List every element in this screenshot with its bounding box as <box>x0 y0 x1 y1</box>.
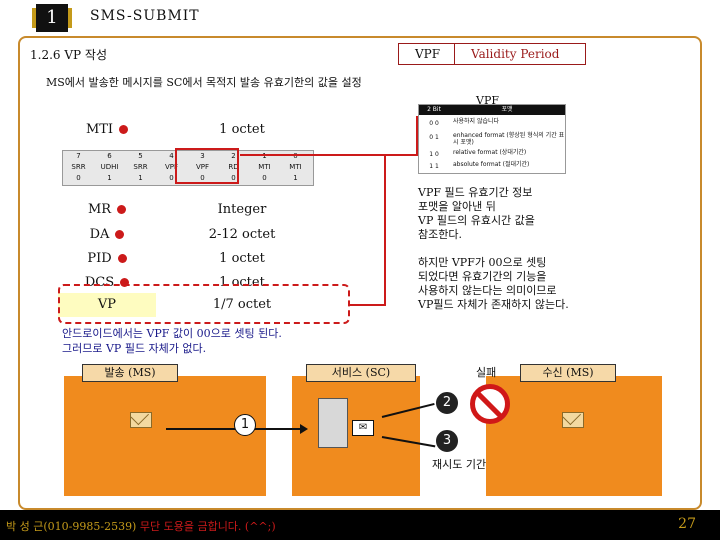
mail-icon: ✉ <box>352 420 374 436</box>
bit-cell: 0 MTI 1 <box>289 152 302 182</box>
field-name: MTI <box>58 118 156 142</box>
field-row: MTI 1 octet <box>58 118 328 142</box>
bit-cell: 6 UDHI 1 <box>100 152 119 182</box>
bit-cell: 1 MTI 0 <box>258 152 271 182</box>
field-row: PID 1 octet <box>58 247 328 271</box>
message-envelope-icon <box>562 412 584 428</box>
field-name: DA <box>58 223 156 247</box>
page-number: 27 <box>678 516 696 532</box>
slide-title: SMS-SUBMIT <box>90 8 200 24</box>
fail-label: 실패 <box>476 366 497 379</box>
vpf-info-note: VPF 필드 유효기간 정보 포맷을 알아낸 뒤 VP 필드의 유효시간 값을 참조… <box>418 186 535 241</box>
red-dot-icon <box>115 230 125 239</box>
red-dot-icon <box>117 254 127 263</box>
description: MS에서 발송한 메시지를 SC에서 목적지 발송 유효기한의 값을 설정 <box>46 76 362 89</box>
vpf-table-header: 포맷 <box>449 105 565 115</box>
footer-warning: 무단 도용을 금합니다. (^^;) <box>139 520 276 533</box>
connector-line <box>384 156 386 306</box>
field-row: MR Integer <box>58 198 328 222</box>
vpf-bits-highlight <box>175 148 239 184</box>
step-3-badge: 3 <box>436 430 458 452</box>
red-dot-icon <box>119 125 129 134</box>
vpf-table-row: 0 1 enhanced format (향상된 형식의 기간 표시 포맷) <box>429 132 565 146</box>
footer-author: 박 성 근(010-9985-2539) 무단 도용을 금합니다. (^^;) <box>6 520 276 533</box>
prohibited-icon <box>470 384 510 424</box>
connector-line <box>350 304 386 306</box>
retry-period-label: 재시도 기간 <box>432 458 487 471</box>
field-value: 1 octet <box>219 251 265 266</box>
vpf-00-note: 하지만 VPF가 00으로 셋팅 되었다면 유효기간의 기능을 사용하지 않는다는… <box>418 256 569 311</box>
sender-zone <box>64 376 266 496</box>
service-zone <box>292 376 420 496</box>
field-row: DA 2-12 octet <box>58 223 328 247</box>
field-value: 1 octet <box>219 122 265 137</box>
field-name: PID <box>58 247 156 271</box>
bit-cell: 5 SRR 1 <box>133 152 148 182</box>
vpf-tag: VPF <box>398 43 454 65</box>
receiver-label: 수신 (MS) <box>520 364 616 382</box>
server-icon <box>318 398 348 448</box>
footer-bar: 박 성 근(010-9985-2539) 무단 도용을 금합니다. (^^;) … <box>0 510 720 540</box>
sender-label: 발송 (MS) <box>82 364 178 382</box>
field-name: MR <box>58 198 156 222</box>
field-value: 2-12 octet <box>208 227 276 242</box>
service-label: 서비스 (SC) <box>306 364 416 382</box>
step-2-badge: 2 <box>436 392 458 414</box>
receiver-zone <box>486 376 662 496</box>
field-value: Integer <box>217 202 267 217</box>
connector-line <box>240 154 418 156</box>
bit-cell: 7 SRR 0 <box>71 152 86 182</box>
section-title: 1.2.6 VP 작성 <box>30 48 107 62</box>
vpf-format-table: 2 Bit 포맷 0 0 사용하지 않습니다 0 1 enhanced format… <box>418 104 566 174</box>
vp-field-highlight <box>58 284 350 324</box>
slide-number-badge: 1 <box>32 4 72 32</box>
header-bar: 1 SMS-SUBMIT <box>0 0 720 36</box>
vpf-table-header: 2 Bit <box>419 105 449 115</box>
message-envelope-icon <box>130 412 152 428</box>
vpf-table-row: 1 1 absolute format (절대기간) <box>429 161 530 170</box>
red-dot-icon <box>117 205 127 214</box>
step-1-badge: 1 <box>234 414 256 436</box>
android-note: 안드로이드에서는 VPF 값이 00으로 셋팅 된다. 그러므로 VP 필드 자체… <box>62 327 282 355</box>
validity-period-tag: Validity Period <box>454 43 586 65</box>
vpf-table-row: 0 0 사용하지 않습니다 <box>429 118 500 127</box>
